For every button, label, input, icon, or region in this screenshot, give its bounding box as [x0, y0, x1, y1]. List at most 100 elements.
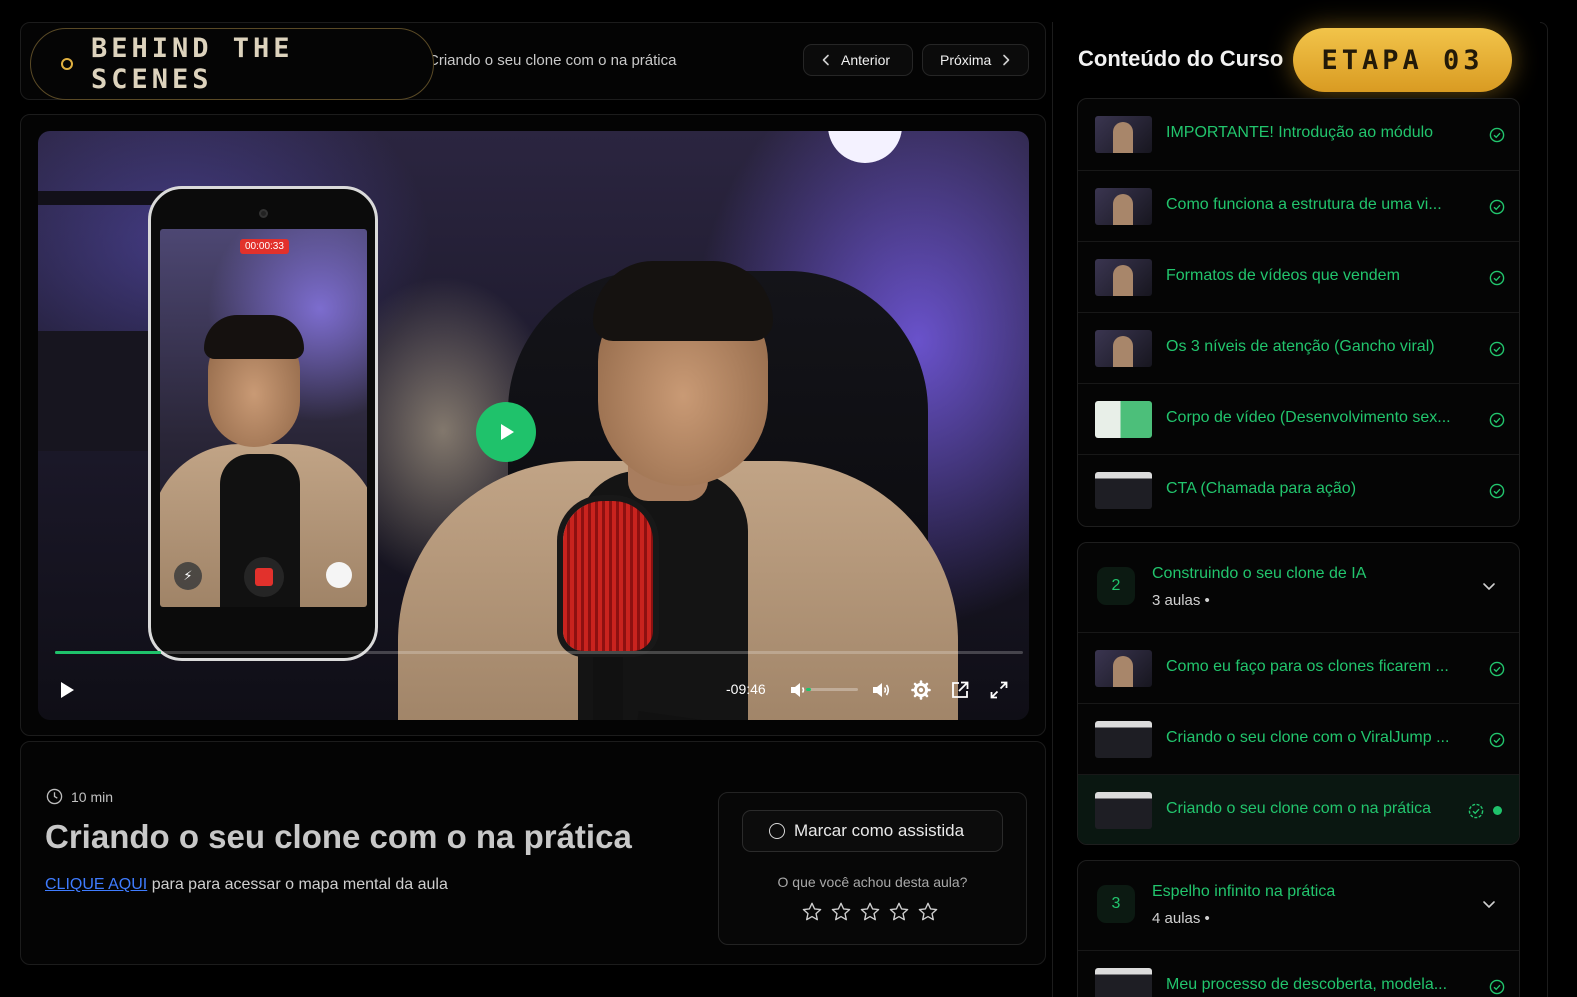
star-icon[interactable] — [917, 901, 939, 923]
star-icon[interactable] — [801, 901, 823, 923]
lesson-thumbnail — [1095, 721, 1152, 758]
star-icon[interactable] — [859, 901, 881, 923]
check-circle-icon — [1489, 127, 1505, 143]
check-circle-icon — [1489, 199, 1505, 215]
video-player[interactable]: 00:00:33 ⚡ -09:46 — [38, 131, 1029, 720]
lesson-item[interactable]: Os 3 níveis de atenção (Gancho viral) — [1078, 312, 1519, 383]
popout-button[interactable] — [949, 679, 971, 701]
settings-button[interactable] — [910, 679, 932, 701]
chevron-right-icon — [1003, 54, 1010, 66]
star-rating — [801, 901, 939, 923]
brand-dot-icon — [61, 58, 73, 70]
play-icon — [61, 682, 74, 698]
play-button[interactable] — [56, 679, 78, 701]
brand-badge: BEHIND THE SCENES — [30, 28, 434, 100]
volume-high-icon — [873, 683, 890, 697]
lesson-item-label: IMPORTANTE! Introdução ao módulo — [1166, 124, 1434, 141]
lesson-thumbnail — [1095, 968, 1152, 997]
chevron-left-icon — [822, 54, 829, 66]
lesson-item[interactable]: Corpo de vídeo (Desenvolvimento sex... — [1078, 383, 1519, 454]
lesson-item[interactable]: IMPORTANTE! Introdução ao módulo — [1078, 99, 1519, 170]
mark-watched-button[interactable]: Marcar como assistida — [742, 810, 1003, 852]
center-play-button[interactable] — [476, 402, 536, 462]
star-icon[interactable] — [888, 901, 910, 923]
mindmap-link[interactable]: CLIQUE AQUI — [45, 876, 147, 893]
current-lesson-dot — [1493, 806, 1502, 815]
next-label: Próxima — [940, 52, 992, 68]
sidebar-edge — [1540, 22, 1548, 997]
lesson-thumbnail — [1095, 116, 1152, 153]
lesson-item[interactable]: CTA (Chamada para ação) — [1078, 454, 1519, 525]
check-circle-icon — [1489, 483, 1505, 499]
module-number: 3 — [1097, 885, 1135, 923]
chevron-down-icon — [1483, 583, 1495, 591]
gear-icon — [911, 680, 931, 700]
lesson-thumbnail — [1095, 650, 1152, 687]
lesson-item-label: Meu processo de descoberta, modela... — [1166, 976, 1448, 993]
brand-text: BEHIND THE SCENES — [90, 33, 294, 95]
check-circle-icon — [1489, 732, 1505, 748]
mindmap-text: CLIQUE AQUI para para acessar o mapa men… — [45, 876, 448, 894]
lesson-thumbnail — [1095, 401, 1152, 438]
sidebar-divider — [1052, 22, 1053, 997]
module-2-header[interactable]: 2 Construindo o seu clone de IA 3 aulas … — [1078, 543, 1519, 630]
stage-badge: ETAPA 03 — [1293, 28, 1512, 92]
phone-mockup: 00:00:33 ⚡ — [148, 186, 378, 661]
previous-label: Anterior — [841, 52, 891, 68]
previous-lesson-button[interactable]: Anterior — [803, 44, 913, 76]
progress-circle-icon — [1468, 803, 1484, 819]
module-number: 2 — [1097, 567, 1135, 605]
breadcrumb: Criando o seu clone com o na prática — [428, 52, 677, 69]
volume-fill — [806, 688, 812, 691]
check-circle-icon — [1489, 412, 1505, 428]
lesson-item-label: Criando o seu clone com o na prática — [1166, 800, 1432, 817]
lesson-duration: 10 min — [46, 788, 113, 805]
video-progress-fill — [55, 651, 162, 654]
fullscreen-icon — [990, 681, 1008, 699]
clock-icon — [46, 788, 63, 805]
external-link-icon — [952, 681, 969, 698]
lesson-item[interactable]: Como funciona a estrutura de uma vi... — [1078, 170, 1519, 241]
star-icon[interactable] — [830, 901, 852, 923]
lesson-thumbnail — [1095, 259, 1152, 296]
lesson-item[interactable]: Formatos de vídeos que vendem — [1078, 241, 1519, 312]
module-title: Espelho infinito na prática — [1152, 883, 1336, 900]
lesson-item[interactable]: Como eu faço para os clones ficarem ... — [1078, 632, 1519, 703]
background-lamp — [828, 131, 902, 163]
lesson-item-current[interactable]: Criando o seu clone com o na prática — [1078, 774, 1519, 844]
module-title: Construindo o seu clone de IA — [1152, 565, 1367, 582]
phone-screen: 00:00:33 ⚡ — [160, 229, 367, 607]
lesson-title: Criando o seu clone com o na prática — [45, 818, 632, 855]
lesson-item-label: Corpo de vídeo (Desenvolvimento sex... — [1166, 409, 1451, 426]
lesson-thumbnail — [1095, 330, 1152, 367]
phone-presenter-hair — [204, 315, 304, 359]
flash-icon: ⚡ — [174, 562, 202, 590]
chevron-down-icon — [1483, 901, 1495, 909]
course-content-title: Conteúdo do Curso — [1078, 46, 1284, 71]
fullscreen-button[interactable] — [988, 679, 1010, 701]
duration-text: 10 min — [71, 788, 114, 805]
next-lesson-button[interactable]: Próxima — [922, 44, 1029, 76]
lesson-item[interactable]: Meu processo de descoberta, modela... — [1078, 950, 1519, 997]
check-circle-icon — [1489, 661, 1505, 677]
radio-circle-icon — [769, 823, 785, 839]
lesson-item-label: Os 3 níveis de atenção (Gancho viral) — [1166, 338, 1435, 355]
mindmap-suffix: para para acessar o mapa mental da aula — [147, 876, 448, 893]
check-circle-icon — [1489, 341, 1505, 357]
microphone — [563, 501, 653, 651]
volume-button[interactable] — [870, 679, 892, 701]
check-circle-icon — [1489, 270, 1505, 286]
module-3-header[interactable]: 3 Espelho infinito na prática 4 aulas • — [1078, 861, 1519, 948]
volume-slider[interactable] — [806, 688, 858, 691]
record-stop-icon — [244, 557, 284, 597]
check-circle-icon — [1489, 979, 1505, 995]
video-progress-bar[interactable] — [55, 651, 1023, 654]
camera-switch-icon — [326, 562, 352, 588]
lesson-item-label: Formatos de vídeos que vendem — [1166, 267, 1400, 284]
time-remaining: -09:46 — [726, 681, 766, 697]
presenter-hair — [593, 261, 773, 341]
module-1-lessons: IMPORTANTE! Introdução ao módulo Como fu… — [1077, 98, 1520, 527]
lesson-thumbnail — [1095, 792, 1152, 829]
module-3: 3 Espelho infinito na prática 4 aulas • … — [1077, 860, 1520, 997]
lesson-item[interactable]: Criando o seu clone com o ViralJump ... — [1078, 703, 1519, 774]
